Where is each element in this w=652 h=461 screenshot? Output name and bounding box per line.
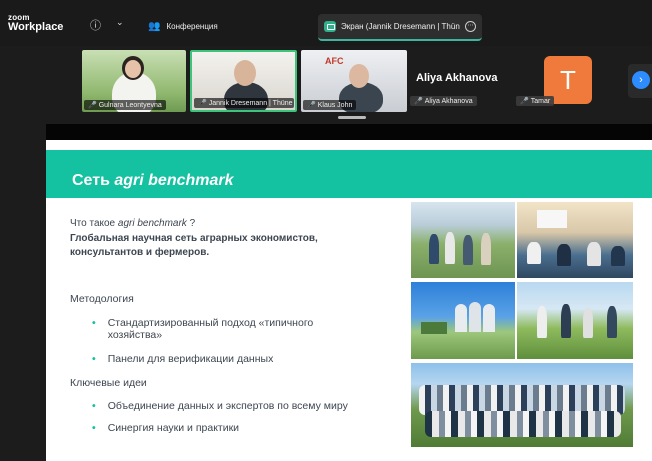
definition-text: Глобальная научная сеть аграрных экономи… [70,232,318,260]
definition-line1: Глобальная научная сеть аграрных экономи… [70,233,318,244]
participant-name: Tamar [530,97,551,105]
network-group-photo [411,363,633,447]
info-icon[interactable]: ⓘ [90,17,101,33]
participant-name: Gulnara Leontyevna [98,101,162,109]
muted-mic-icon: 🎤 [520,98,529,105]
meeting-tab-label: Конференция [166,21,218,31]
zoom-logo: zoom Workplace [8,14,63,33]
bullet-text-cont: хозяйства» [107,329,163,341]
bullet-dot-icon: • [92,422,96,434]
bullet-item: • Панели для верификации данных [92,353,273,365]
more-icon[interactable]: ⋯ [465,21,476,32]
participant-tile-jannik[interactable]: 🎤 Jannik Dresemann | Thüne [190,50,297,112]
participant-face [234,60,256,86]
participant-name-tag: 🎤 Jannik Dresemann | Thüne [194,98,294,108]
bullet-item: • Объединение данных и экспертов по всем… [92,400,348,412]
strip-resize-handle[interactable] [338,116,366,119]
question-prefix: Что такое [70,218,118,229]
top-bar: zoom Workplace ⓘ ⌄ 👥 Конференция Экран (… [0,0,652,46]
bullet-text: Панели для верификации данных [107,353,274,365]
machinery [421,322,447,334]
person-figure [607,306,617,338]
bullet-text: Синергия науки и практики [107,422,240,434]
zoom-window: zoom Workplace ⓘ ⌄ 👥 Конференция Экран (… [0,0,652,461]
bullet-text: Объединение данных и экспертов по всему … [107,400,348,412]
person-figure [537,306,547,338]
slide-title: Сеть agri benchmark [72,172,234,190]
person-figure [611,246,625,266]
person-figure [481,233,491,265]
afc-logo: AFC [325,56,344,66]
participant-name-tag: 🎤 Gulnara Leontyevna [84,100,166,110]
slide-title-italic: agri benchmark [114,172,234,189]
tab-screen-share[interactable]: Экран (Jannik Dresemann | Thün ⋯ [318,14,482,41]
section-heading: Ключевые идеи [70,377,147,389]
definition-line2: консультантов и фермеров. [70,247,210,258]
participant-name: Aliya Akhanova [424,97,473,105]
participants-strip: 🎤 Gulnara Leontyevna 🎤 Jannik Dresemann … [0,46,652,122]
bullet-dot-icon: • [92,317,96,329]
silo [469,302,481,332]
participant-name: Klaus John [317,101,353,109]
silo [455,304,467,332]
question-text: Что такое agri benchmark ? [70,217,195,231]
bullet-text: Стандартизированный подход «типичного [107,317,314,329]
tab-meeting[interactable]: 👥 Конференция [148,18,218,34]
person-figure [561,304,571,338]
field-group-photo [411,202,515,278]
muted-mic-icon: 🎤 [414,98,423,105]
participant-name: Jannik Dresemann | Thüne [208,99,293,107]
logo-line2: Workplace [8,21,64,33]
chevron-down-icon[interactable]: ⌄ [116,17,124,28]
grain-silos-photo [411,282,515,359]
screen-share-icon [324,21,336,32]
person-figure [583,308,593,338]
person-figure [527,242,541,264]
question-suffix: ? [186,218,196,229]
participant-display-name[interactable]: Aliya Akhanova [416,72,498,84]
participant-face [349,64,369,88]
muted-mic-icon: 🎤 [198,100,207,107]
section-heading: Методология [70,293,134,305]
participant-name-tag: 🎤 Aliya Akhanova [410,96,477,106]
projector-screen [537,210,567,228]
muted-mic-icon: 🎤 [88,102,97,109]
slide-title-prefix: Сеть [72,172,115,189]
field-visit-photo [517,282,633,359]
participant-face [125,60,141,78]
shared-slide: Сеть agri benchmark Что такое agri bench… [46,140,652,461]
participant-tile-gulnara[interactable]: 🎤 Gulnara Leontyevna [82,50,186,112]
meeting-room-photo [517,202,633,278]
person-figure [557,244,571,266]
slide-letterbox [46,124,652,140]
share-tab-label: Экран (Jannik Dresemann | Thün [341,22,460,31]
person-figure [429,234,439,264]
crowd-front-row [425,411,621,437]
bullet-item: • Стандартизированный подход «типичного … [92,317,313,341]
participant-name-tag: 🎤 Tamar [516,96,555,106]
person-figure [445,232,455,264]
silo [483,304,495,332]
bullet-item: • Синергия науки и практики [92,422,239,434]
muted-mic-icon: 🎤 [307,102,316,109]
question-italic: agri benchmark [117,218,187,229]
participants-icon: 👥 [148,20,161,32]
bullet-dot-icon: • [92,353,96,365]
participant-tile-klaus[interactable]: AFC 🎤 Klaus John [301,50,407,112]
person-figure [587,242,601,266]
bullet-dot-icon: • [92,400,96,412]
next-participants-button[interactable]: › [628,64,652,98]
person-figure [463,235,473,265]
participant-name-tag: 🎤 Klaus John [303,100,357,110]
chevron-right-icon: › [632,71,650,89]
